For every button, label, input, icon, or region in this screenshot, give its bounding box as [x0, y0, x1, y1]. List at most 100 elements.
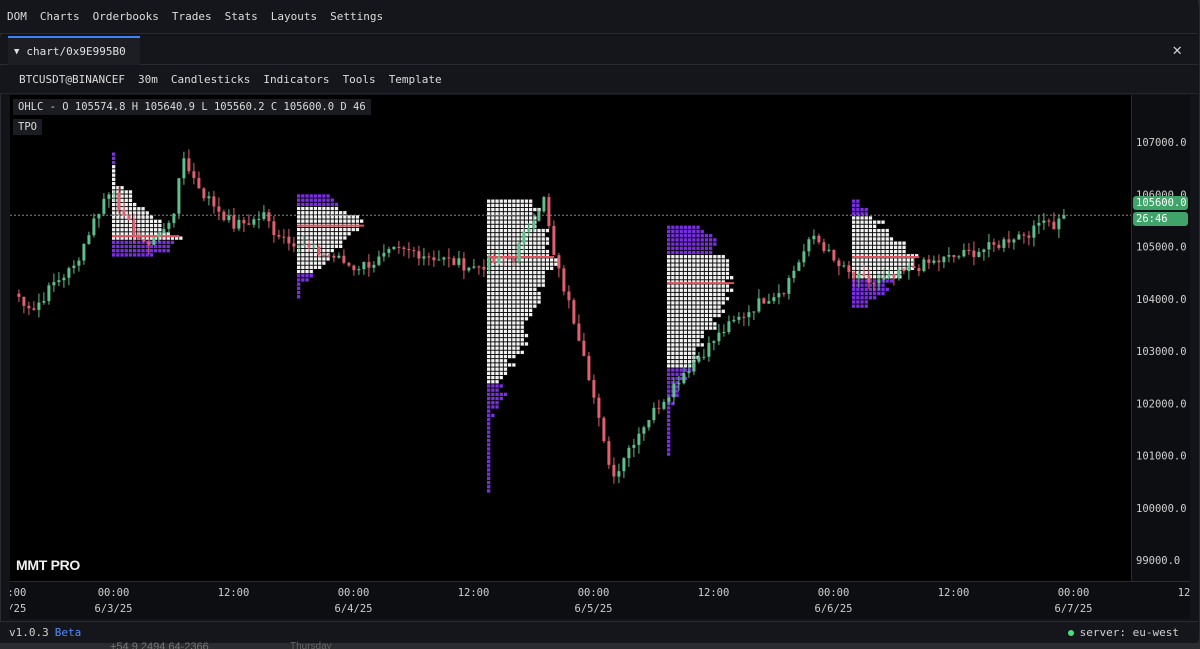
tpo-cell [692, 276, 696, 280]
tpo-cell [860, 237, 864, 241]
tpo-cell [889, 249, 894, 254]
tpo-cell [495, 317, 499, 321]
tpo-cell [520, 333, 524, 338]
tpo-cell [334, 206, 339, 211]
tpo-cell [503, 245, 508, 250]
tpo-cell [297, 274, 301, 278]
tpo-cell [852, 262, 856, 266]
tpo-cell [675, 309, 679, 313]
tpo-cell [330, 236, 334, 240]
y-tick-label: 99000.0 [1136, 555, 1180, 567]
candle-body [967, 249, 971, 251]
tpo-cell [679, 225, 683, 229]
tpo-cell [667, 368, 671, 372]
menu-layouts[interactable]: Layouts [271, 10, 317, 23]
tpo-cell [667, 360, 671, 364]
tpo-cell [487, 233, 491, 237]
menu-dom[interactable]: DOM [7, 10, 27, 23]
menu-orderbooks[interactable]: Orderbooks [93, 10, 159, 23]
candlestick-chart[interactable]: 107000.0106000.0105000.0104000.0103000.0… [10, 95, 1190, 619]
candle-body [547, 197, 551, 226]
dropdown-triangle-icon[interactable]: ▼ [14, 47, 19, 57]
tab-chart[interactable]: ▼ chart/0x9E995B0 [8, 36, 140, 65]
candle-body [987, 242, 991, 250]
candle-body [647, 420, 651, 428]
menu-trades[interactable]: Trades [172, 10, 212, 23]
tpo-cell [692, 301, 696, 305]
tpo-cell [149, 223, 154, 228]
tpo-cell [487, 375, 491, 380]
tpo-cell [696, 234, 700, 238]
x-tick-time: 12:00 [698, 587, 730, 599]
tpo-cell [860, 304, 864, 308]
template-button[interactable]: Template [389, 73, 442, 86]
beta-link[interactable]: Beta [55, 626, 82, 639]
tpo-cell [885, 241, 889, 245]
interval-selector[interactable]: 30m [138, 73, 158, 86]
candle-body [822, 242, 826, 251]
x-tick-date: 6/6/25 [815, 603, 853, 615]
candle-body [132, 220, 136, 236]
tpo-cell [667, 423, 671, 427]
tpo-cell [305, 257, 309, 261]
tools-button[interactable]: Tools [343, 73, 376, 86]
candle-body [82, 243, 86, 261]
tpo-cell [128, 249, 133, 253]
indicators-button[interactable]: Indicators [263, 73, 329, 86]
tpo-cell [141, 232, 145, 236]
tpo-cell [313, 248, 318, 253]
candle-body [277, 235, 281, 237]
tpo-cell [541, 262, 545, 266]
candle-body [772, 297, 776, 302]
tpo-cell [713, 309, 717, 313]
candle-body [492, 257, 496, 263]
tpo-cell [499, 354, 503, 359]
tpo-cell [679, 250, 683, 255]
chart-type-selector[interactable]: Candlesticks [171, 73, 250, 86]
tpo-cell [537, 228, 541, 233]
tpo-cell [885, 287, 889, 292]
tpo-cell [852, 216, 856, 220]
menu-settings[interactable]: Settings [330, 10, 383, 23]
tpo-cell [301, 265, 305, 269]
tpo-legend[interactable]: TPO [13, 119, 42, 135]
tpo-cell [313, 194, 318, 198]
tpo-cell [683, 229, 688, 234]
tpo-cell [671, 313, 675, 318]
candle-body [217, 206, 221, 212]
menu-stats[interactable]: Stats [225, 10, 258, 23]
tpo-cell [313, 202, 318, 206]
y-tick-label: 104000.0 [1136, 294, 1187, 306]
tpo-cell [503, 287, 508, 292]
tpo-cell [550, 258, 554, 262]
tpo-cell [692, 263, 696, 267]
tpo-cell [508, 291, 512, 296]
tpo-cell [667, 381, 671, 385]
tpo-cell [503, 283, 508, 287]
tpo-cell [322, 194, 326, 198]
tpo-cell [688, 351, 692, 355]
tpo-cell [334, 202, 339, 206]
tpo-cell [503, 317, 508, 321]
tpo-cell [696, 259, 700, 263]
tpo-cell [124, 207, 128, 211]
close-icon[interactable]: ✕ [1172, 41, 1182, 59]
menu-charts[interactable]: Charts [40, 10, 80, 23]
tpo-cell [128, 198, 133, 202]
tpo-cell [128, 253, 133, 257]
tpo-cell [166, 232, 170, 236]
tpo-cell [877, 249, 881, 254]
tpo-cell [128, 194, 133, 198]
tpo-cell [503, 228, 508, 233]
tpo-cell [495, 359, 499, 363]
tpo-cell [860, 245, 864, 250]
tpo-cell [529, 279, 533, 283]
tpo-cell [520, 317, 524, 321]
symbol-selector[interactable]: BTCUSDT@BINANCEF [19, 73, 125, 86]
candle-body [287, 236, 291, 244]
tpo-cell [495, 279, 499, 283]
tpo-cell [499, 224, 503, 229]
tpo-cell [487, 384, 491, 388]
tpo-cell [128, 232, 133, 236]
tpo-cell [297, 265, 301, 269]
